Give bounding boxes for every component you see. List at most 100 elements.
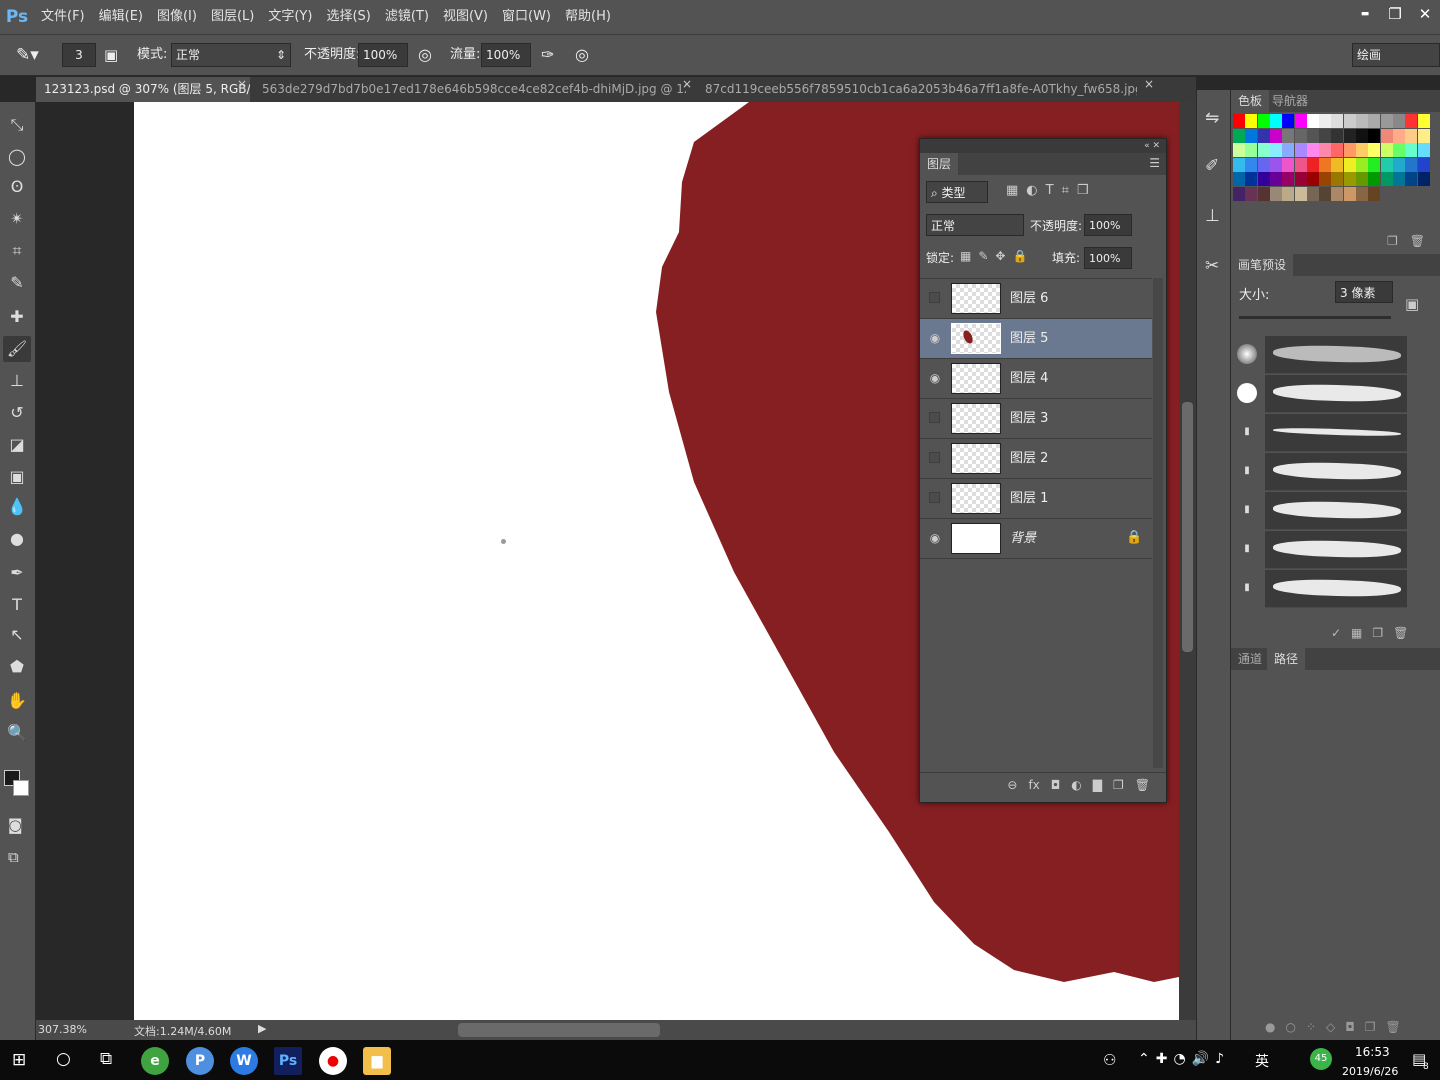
- gradient-tool-icon[interactable]: ▣: [3, 464, 31, 490]
- menu-item-3[interactable]: 图层(L): [204, 0, 261, 34]
- color-swatch[interactable]: [1368, 157, 1381, 172]
- color-swatch[interactable]: [1392, 157, 1405, 172]
- visibility-toggle[interactable]: [929, 492, 940, 503]
- color-swatch[interactable]: [1245, 114, 1258, 128]
- color-swatch[interactable]: [1294, 157, 1307, 172]
- menu-item-0[interactable]: 文件(F): [34, 0, 92, 34]
- clone-source-icon[interactable]: ⊥: [1205, 206, 1220, 226]
- menu-item-8[interactable]: 窗口(W): [495, 0, 558, 34]
- input-language[interactable]: 英: [1255, 1051, 1269, 1071]
- color-swatch[interactable]: [1380, 157, 1393, 172]
- menu-item-6[interactable]: 滤镜(T): [378, 0, 436, 34]
- tray-icons[interactable]: ⌃✚◔🔊♪: [1138, 1051, 1230, 1067]
- taskbar-app-explorer-icon[interactable]: ▆: [363, 1047, 391, 1075]
- color-swatch[interactable]: [1405, 143, 1418, 157]
- layer-filter-icons[interactable]: ▦◐T⌗❒: [1006, 183, 1097, 198]
- screen-mode-icon[interactable]: ⧉: [8, 848, 19, 866]
- brush-panel-toggle-icon[interactable]: ▣: [104, 43, 118, 67]
- color-swatch[interactable]: [1233, 128, 1245, 143]
- folder-icon[interactable]: ▇: [1093, 778, 1102, 792]
- color-swatch[interactable]: [1282, 128, 1295, 143]
- color-swatch[interactable]: [1282, 143, 1295, 157]
- color-swatch[interactable]: [1331, 114, 1344, 128]
- mask-icon[interactable]: ◘: [1051, 778, 1061, 792]
- brush-size-slider[interactable]: [1239, 316, 1391, 319]
- brush-tool-icon[interactable]: 🖌: [3, 336, 31, 362]
- color-swatch[interactable]: [1405, 114, 1418, 128]
- layer-row[interactable]: 图层 6: [920, 279, 1152, 319]
- pressure-opacity-icon[interactable]: ◎: [418, 43, 432, 67]
- taskbar-app-p-icon[interactable]: P: [186, 1047, 214, 1075]
- color-swatch[interactable]: [1380, 114, 1393, 128]
- marquee-tool-icon[interactable]: ◯: [3, 144, 31, 170]
- color-swatch[interactable]: [1319, 114, 1332, 128]
- color-swatch[interactable]: [1405, 128, 1418, 143]
- color-swatch[interactable]: [1417, 128, 1430, 143]
- tab-doc-2[interactable]: 563de279d7bd7b0e17ed178e646b598cce4ce82c…: [254, 77, 686, 102]
- color-swatch[interactable]: [1405, 172, 1418, 186]
- tab-layers[interactable]: 图层: [920, 153, 959, 175]
- menu-item-9[interactable]: 帮助(H): [558, 0, 618, 34]
- color-swatch[interactable]: [1306, 186, 1319, 201]
- color-swatch[interactable]: [1331, 143, 1344, 157]
- fill-input[interactable]: 100%: [1084, 247, 1132, 269]
- brush-preset-item[interactable]: [1237, 375, 1407, 413]
- color-swatch[interactable]: [1269, 172, 1282, 186]
- color-swatch[interactable]: [1282, 157, 1295, 172]
- layer-opacity-input[interactable]: 100%: [1084, 214, 1132, 236]
- color-swatch[interactable]: [1269, 186, 1282, 201]
- color-swatch[interactable]: [1331, 157, 1344, 172]
- color-swatch[interactable]: [1257, 157, 1270, 172]
- quick-mask-icon[interactable]: ◙: [8, 816, 23, 834]
- color-swatch[interactable]: [1257, 186, 1270, 201]
- color-swatch[interactable]: [1294, 172, 1307, 186]
- layer-filter-select[interactable]: ⌕ 类型: [926, 181, 988, 203]
- brush-preset-icon[interactable]: ✎▾: [16, 43, 39, 67]
- color-swatch[interactable]: [1306, 143, 1319, 157]
- color-swatch[interactable]: [1343, 186, 1356, 201]
- history-icon[interactable]: ⇋: [1205, 108, 1219, 128]
- type-tool-icon[interactable]: T: [3, 592, 31, 618]
- crop-tool-icon[interactable]: ⌗: [3, 238, 31, 264]
- color-swatch[interactable]: [1368, 114, 1381, 128]
- color-swatch[interactable]: [1392, 143, 1405, 157]
- blur-tool-icon[interactable]: 💧: [3, 494, 31, 520]
- taskbar-app-browser-icon[interactable]: e: [141, 1047, 169, 1075]
- color-swatch[interactable]: [1233, 143, 1245, 157]
- healing-brush-tool-icon[interactable]: ✚: [3, 304, 31, 330]
- task-view-icon[interactable]: ⧉: [100, 1049, 112, 1069]
- color-swatch[interactable]: [1245, 157, 1258, 172]
- color-swatch[interactable]: [1233, 114, 1245, 128]
- clock-date[interactable]: 2019/6/26: [1342, 1065, 1398, 1078]
- background-color-swatch[interactable]: [13, 780, 29, 796]
- color-swatch[interactable]: [1233, 172, 1245, 186]
- brush-size-input[interactable]: 3 像素: [1335, 281, 1393, 303]
- lasso-tool-icon[interactable]: ʘ: [3, 174, 31, 200]
- eye-icon[interactable]: ◉: [928, 331, 942, 345]
- layers-scrollbar[interactable]: [1153, 278, 1163, 768]
- zoom-level[interactable]: 307.38%: [38, 1023, 87, 1036]
- airbrush-icon[interactable]: ✑: [541, 43, 554, 67]
- color-swatch[interactable]: [1233, 157, 1245, 172]
- color-swatch[interactable]: [1306, 172, 1319, 186]
- eye-icon[interactable]: ◉: [928, 531, 942, 545]
- mode-select[interactable]: 正常 ⇕: [171, 43, 291, 67]
- color-swatch[interactable]: [1343, 128, 1356, 143]
- color-swatch[interactable]: [1343, 114, 1356, 128]
- color-swatch[interactable]: [1282, 186, 1295, 201]
- color-swatch[interactable]: [1356, 128, 1368, 143]
- tab-navigator[interactable]: 导航器: [1265, 90, 1315, 112]
- color-swatch[interactable]: [1380, 172, 1393, 186]
- trash-icon[interactable]: 🗑: [1135, 778, 1150, 792]
- windows-start-icon[interactable]: ⊞: [12, 1050, 26, 1070]
- pressure-size-icon[interactable]: ◎: [575, 43, 589, 67]
- paths-footer-icons[interactable]: ●○⁘◇◘❐🗑: [1265, 1020, 1411, 1034]
- color-swatch[interactable]: [1294, 128, 1307, 143]
- color-swatch[interactable]: [1331, 172, 1344, 186]
- panel-collapse-icon[interactable]: « ✕: [920, 139, 1166, 153]
- layer-row[interactable]: ◉ 图层 4: [920, 359, 1152, 399]
- color-swatch[interactable]: [1257, 143, 1270, 157]
- eraser-tool-icon[interactable]: ◪: [3, 432, 31, 458]
- tab-channels[interactable]: 通道: [1231, 648, 1269, 670]
- layer-row[interactable]: 图层 2: [920, 439, 1152, 479]
